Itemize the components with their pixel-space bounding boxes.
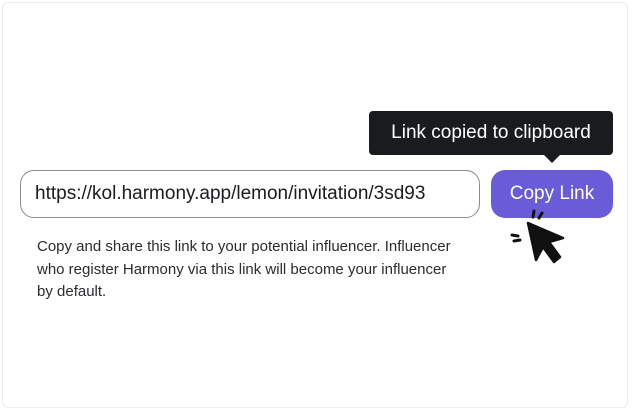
copied-tooltip: Link copied to clipboard xyxy=(369,111,613,155)
invitation-link-input[interactable] xyxy=(20,170,480,218)
tooltip-arrow xyxy=(543,154,561,163)
pointer-cursor-icon xyxy=(510,209,565,264)
invite-card: Link copied to clipboard Copy Link Copy … xyxy=(2,2,628,408)
invitation-helper-text: Copy and share this link to your potenti… xyxy=(37,238,451,300)
